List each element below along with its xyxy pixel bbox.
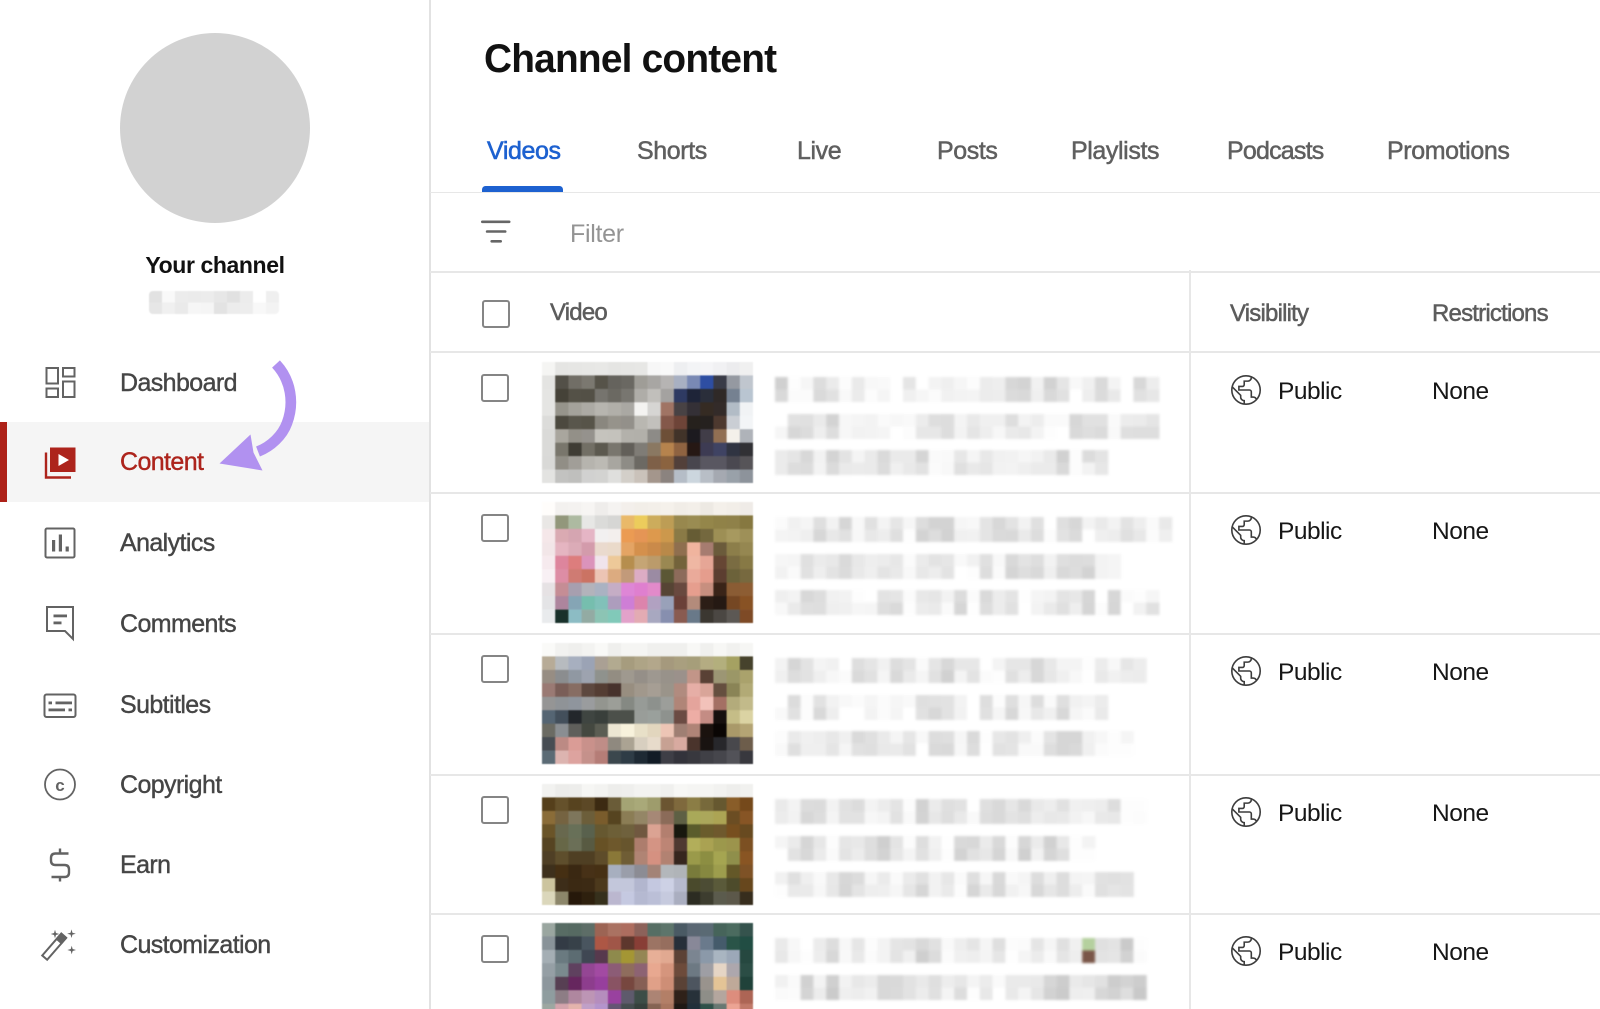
svg-text:c: c bbox=[55, 776, 64, 795]
